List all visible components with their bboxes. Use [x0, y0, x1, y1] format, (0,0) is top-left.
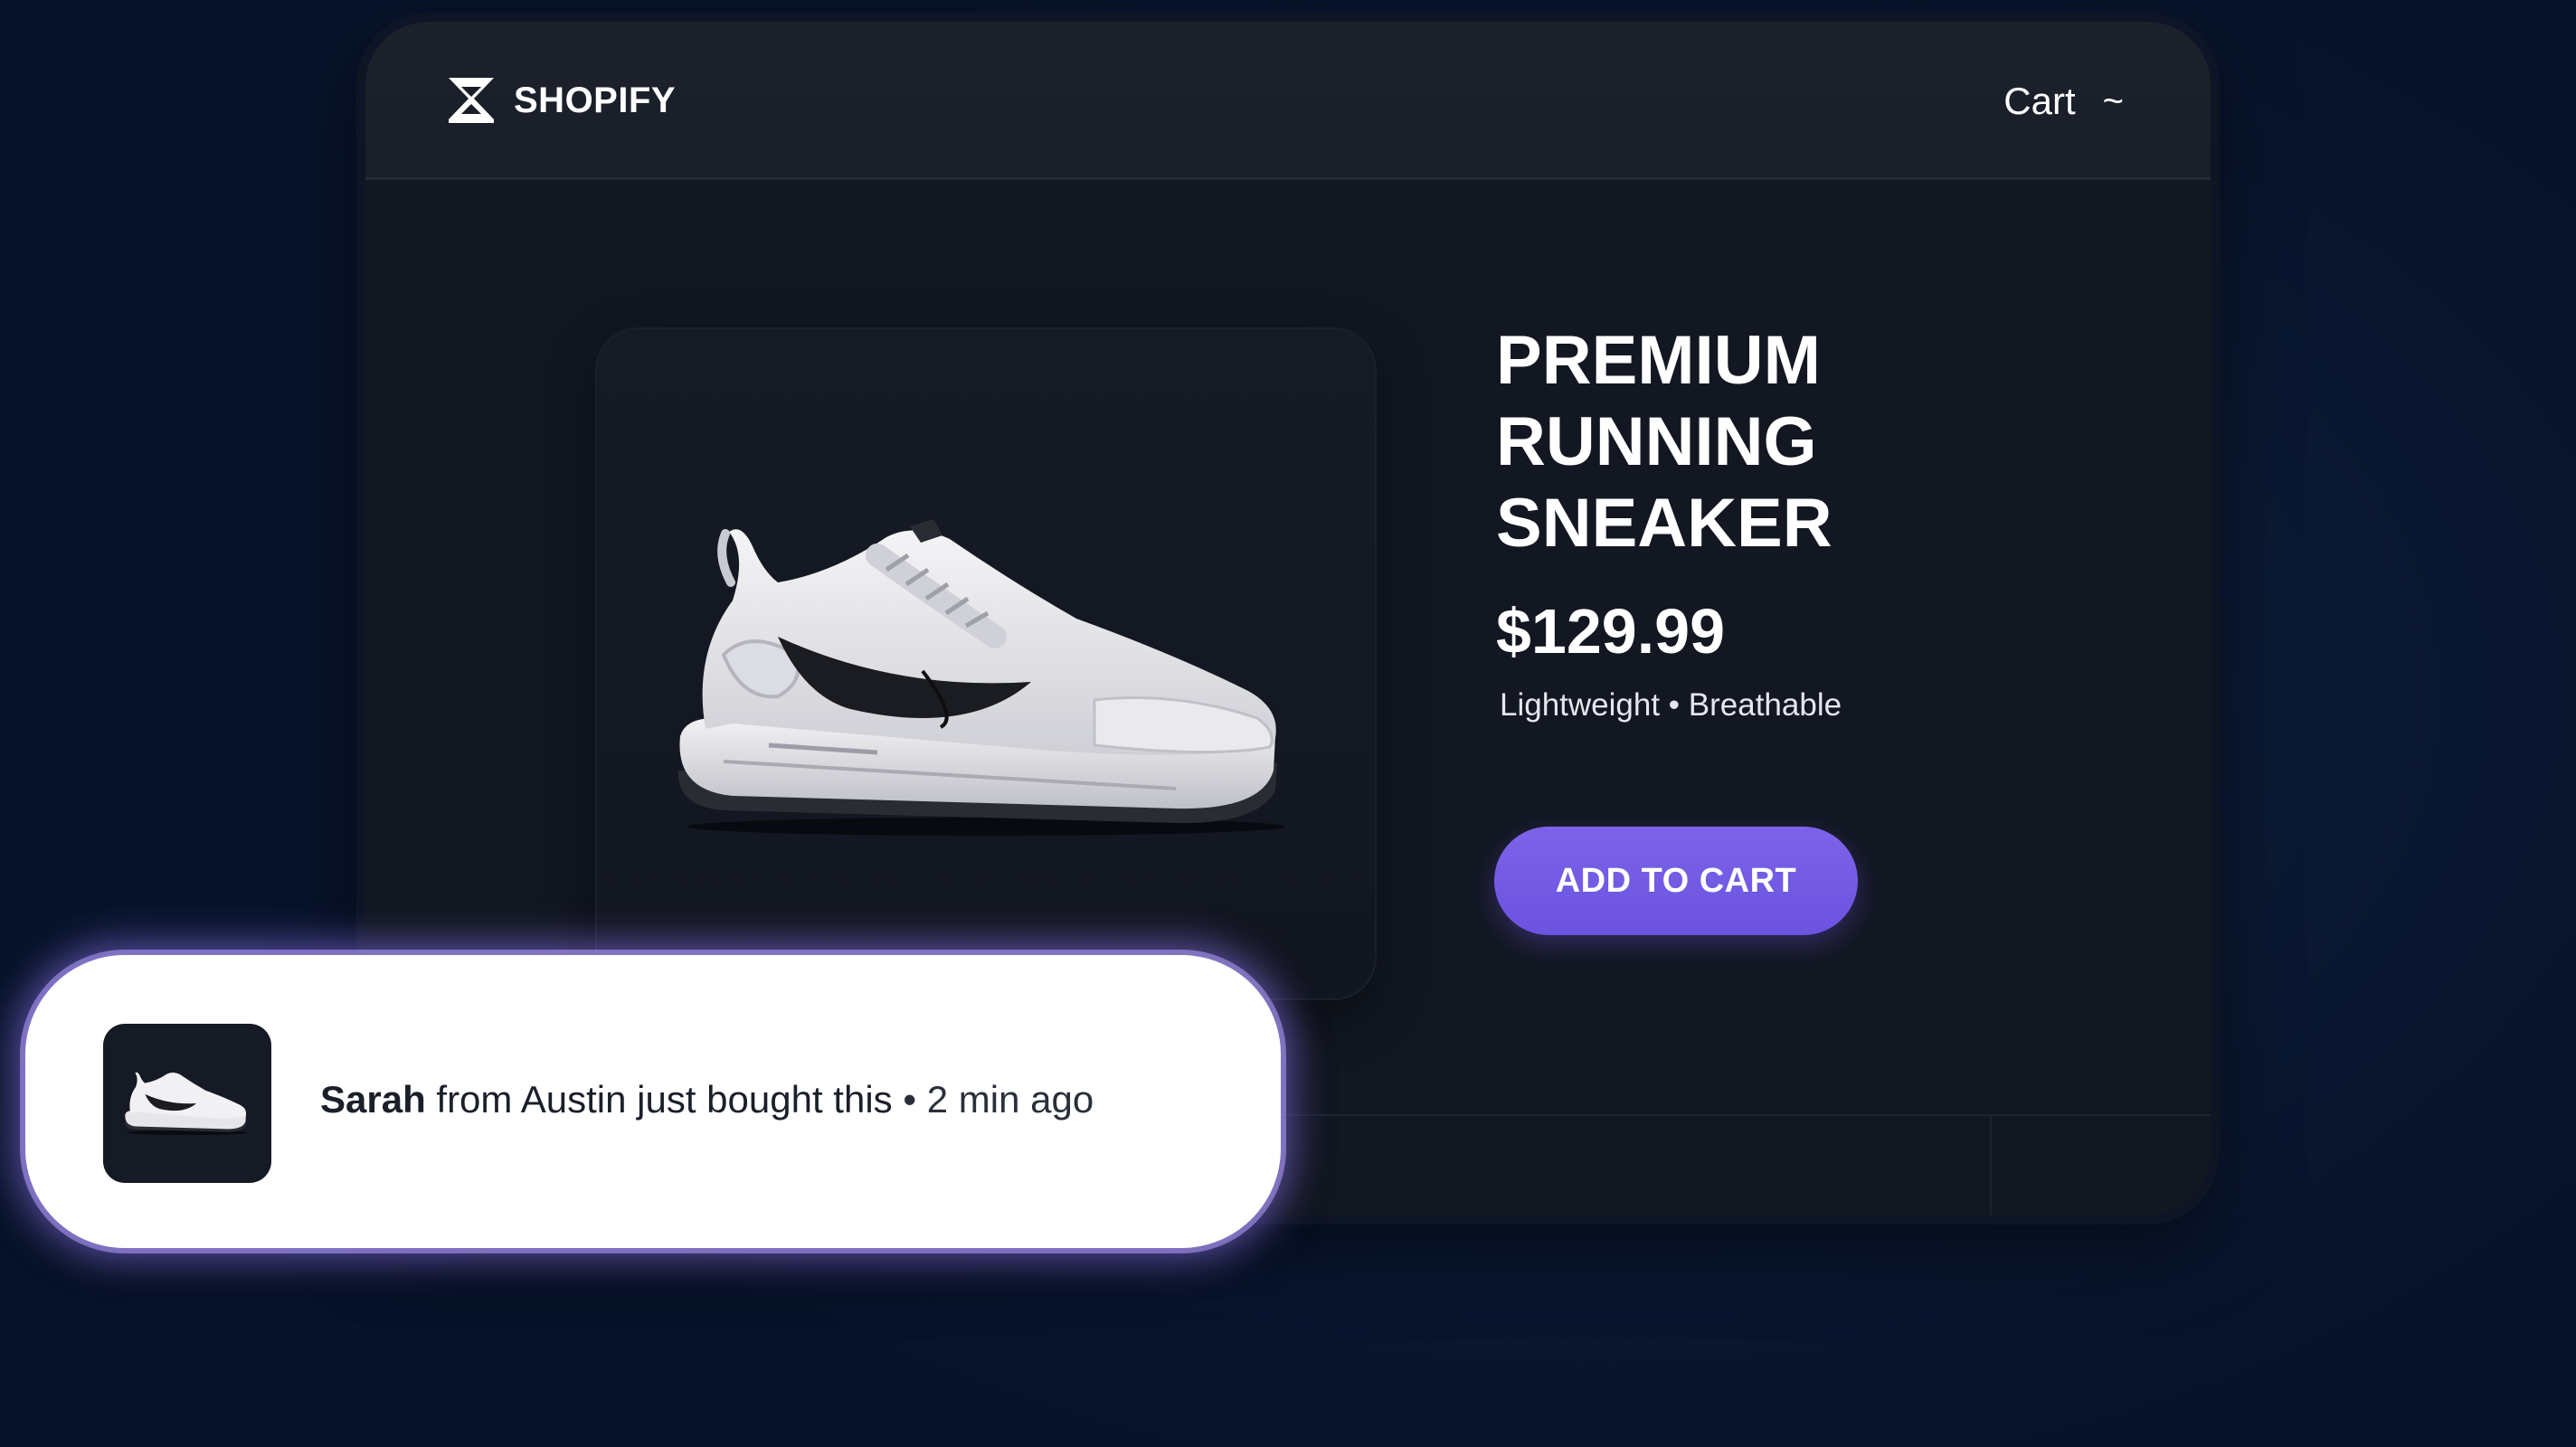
cart-button[interactable]: Cart ~: [2003, 80, 2124, 123]
product-image-card: [597, 329, 1375, 998]
purchase-notification[interactable]: Sarah from Austin just bought this • 2 m…: [25, 955, 1281, 1248]
footer-divider: [1990, 1116, 1992, 1215]
add-to-cart-button[interactable]: ADD TO CART: [1494, 827, 1858, 935]
product-title: PREMIUM RUNNING SNEAKER: [1496, 322, 1833, 562]
cart-caret-icon: ~: [2102, 81, 2124, 121]
buyer-name: Sarah: [320, 1078, 426, 1121]
notification-text: Sarah from Austin just bought this • 2 m…: [320, 1078, 1094, 1121]
store-header: SHOPIFY Cart ~: [365, 22, 2211, 180]
notification-time: 2 min ago: [916, 1078, 1094, 1121]
shopify-logo-icon: [449, 78, 494, 123]
notification-message: from Austin just bought this: [425, 1078, 904, 1121]
sneaker-thumbnail-icon: [125, 1072, 248, 1135]
brand-name: SHOPIFY: [514, 80, 677, 120]
product-info: PREMIUM RUNNING SNEAKER $129.99 Lightwei…: [1496, 320, 1966, 724]
sneaker-thumbnail: [103, 1024, 271, 1183]
product-features: Lightweight • Breathable: [1500, 687, 1842, 723]
sneaker-image: [677, 519, 1284, 836]
product-price: $129.99: [1496, 596, 1726, 667]
cart-label: Cart: [2003, 80, 2076, 122]
brand-logo[interactable]: SHOPIFY: [443, 74, 676, 127]
notification-separator: •: [903, 1078, 917, 1121]
